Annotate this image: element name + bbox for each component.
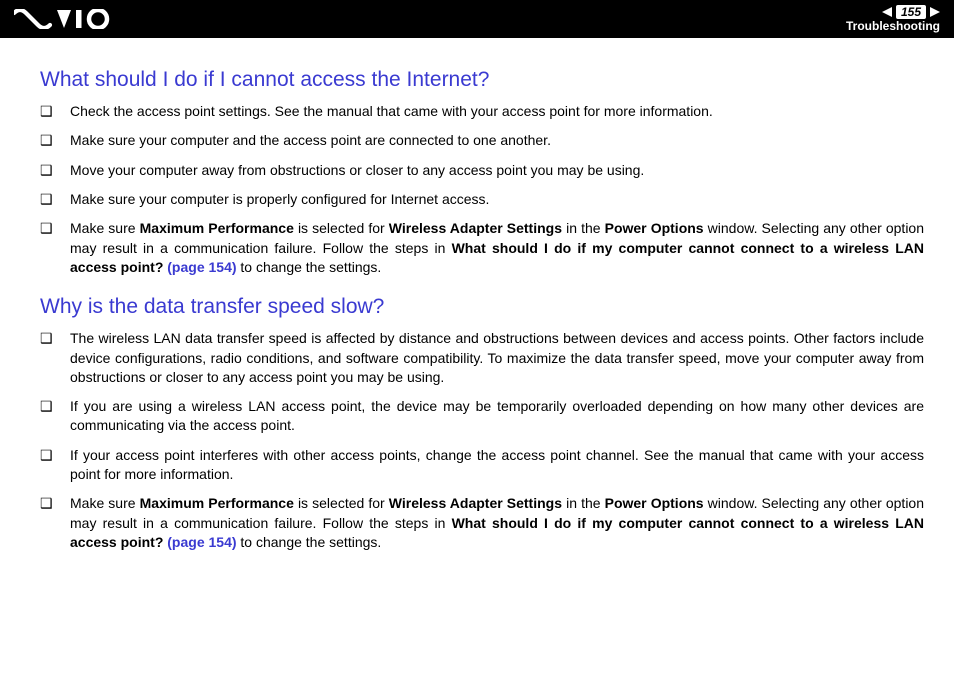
question-2-list: The wireless LAN data transfer speed is …: [40, 329, 924, 552]
text: to change the settings.: [237, 534, 382, 550]
vaio-logo: [14, 9, 110, 29]
list-item: The wireless LAN data transfer speed is …: [40, 329, 924, 387]
bold-text: Power Options: [605, 220, 704, 236]
text: to change the settings.: [237, 259, 382, 275]
page-reference-link[interactable]: (page 154): [167, 259, 236, 275]
page-content: What should I do if I cannot access the …: [0, 38, 954, 552]
list-item: Make sure Maximum Performance is selecte…: [40, 219, 924, 277]
text: is selected for: [294, 495, 389, 511]
list-item: Make sure your computer is properly conf…: [40, 190, 924, 209]
list-item: Check the access point settings. See the…: [40, 102, 924, 121]
page-reference-link[interactable]: (page 154): [167, 534, 236, 550]
question-1-list: Check the access point settings. See the…: [40, 102, 924, 277]
vaio-logo-svg: [14, 9, 110, 29]
page-navigation: 155: [846, 5, 940, 19]
bold-text: Wireless Adapter Settings: [389, 220, 562, 236]
list-item: Make sure Maximum Performance is selecte…: [40, 494, 924, 552]
question-2-heading: Why is the data transfer speed slow?: [40, 295, 924, 319]
list-item: If your access point interferes with oth…: [40, 446, 924, 485]
header-right: 155 Troubleshooting: [846, 5, 940, 34]
next-page-arrow-icon[interactable]: [930, 7, 940, 17]
text: Make sure: [70, 220, 140, 236]
text: is selected for: [294, 220, 389, 236]
bold-text: Power Options: [605, 495, 704, 511]
text: Make sure: [70, 495, 140, 511]
page-header: 155 Troubleshooting: [0, 0, 954, 38]
bold-text: Wireless Adapter Settings: [389, 495, 562, 511]
text: in the: [562, 495, 605, 511]
bold-text: Maximum Performance: [140, 220, 294, 236]
page-number: 155: [896, 5, 926, 19]
text: in the: [562, 220, 605, 236]
bold-text: Maximum Performance: [140, 495, 294, 511]
list-item: If you are using a wireless LAN access p…: [40, 397, 924, 436]
list-item: Move your computer away from obstruction…: [40, 161, 924, 180]
question-1-heading: What should I do if I cannot access the …: [40, 68, 924, 92]
prev-page-arrow-icon[interactable]: [882, 7, 892, 17]
list-item: Make sure your computer and the access p…: [40, 131, 924, 150]
section-label: Troubleshooting: [846, 19, 940, 33]
